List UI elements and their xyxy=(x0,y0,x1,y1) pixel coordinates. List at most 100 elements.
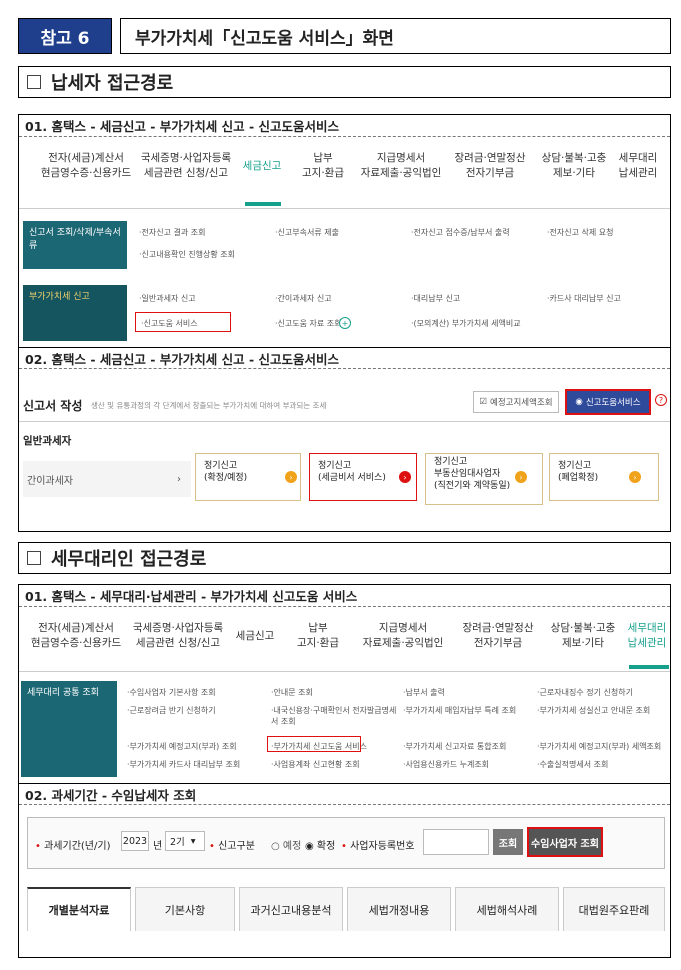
section-title-text: 납세자 접근경로 xyxy=(51,73,174,94)
hometax-nav: 전자(세금)계산서 현금영수증·신용카드 국세증명·사업자등록 세금관련 신청/신고… xyxy=(23,621,673,651)
menu-link[interactable]: ·대리납부 신고 xyxy=(411,293,460,304)
hometax-nav: 전자(세금)계산서 현금영수증·신용카드 국세증명·사업자등록 세금관련 신청/신고… xyxy=(33,151,673,181)
arrow-icon: › xyxy=(629,471,641,483)
menu-label-vat: 부가가치세 신고 xyxy=(23,285,127,341)
label-period: • 과세기간(년/기) xyxy=(35,841,111,852)
menu-link[interactable]: ·간이과세자 신고 xyxy=(275,293,332,304)
menu-link[interactable]: ·부가가치세 카드사 대리납부 조회 xyxy=(127,759,240,770)
highlight-box xyxy=(267,736,361,752)
reference-tag: 참고 6 xyxy=(18,18,112,54)
nav-item[interactable]: 세금신고 xyxy=(227,621,283,651)
menu-link[interactable]: ·수임사업자 기본사항 조회 xyxy=(127,687,216,698)
menu-link[interactable]: ·전자신고 삭제 요청 xyxy=(547,227,614,238)
tab-basic-info[interactable]: 기본사항 xyxy=(135,887,235,931)
divider xyxy=(19,208,670,209)
section-title-text: 세무대리인 접근경로 xyxy=(51,549,207,570)
menu-link[interactable]: ·신고내용확인 진행상황 조회 xyxy=(139,249,235,260)
nav-item[interactable]: 지급명세서 자료제출·공익법인 xyxy=(355,151,447,181)
menu-link[interactable]: ·전자신고 결과 조회 xyxy=(139,227,206,238)
tab-individual-analysis[interactable]: 개별분석자료 xyxy=(27,887,131,931)
highlight-box xyxy=(135,312,231,332)
menu-link[interactable]: ·사업용신용카드 누계조회 xyxy=(403,759,489,770)
term-select[interactable]: 2기 ▾ xyxy=(165,831,205,851)
tab-past-filing[interactable]: 과거신고내용분석 xyxy=(239,887,343,931)
tab-general-taxpayer[interactable]: 일반과세자 xyxy=(23,433,71,448)
step-heading: 02. 과세기간 - 수임납세자 조회 xyxy=(19,783,670,805)
menu-link[interactable]: ·납부서 출력 xyxy=(403,687,445,698)
caret-down-icon: ▾ xyxy=(190,835,196,847)
menu-link[interactable]: ·근로장려금 반기 신청하기 xyxy=(127,705,216,716)
card-closure-filing[interactable]: 정기신고 (폐업확정) xyxy=(549,453,659,501)
help-service-icon: ◉ xyxy=(575,397,583,407)
checkbox-square-icon xyxy=(27,551,41,565)
nav-item[interactable]: 장려금·연말정산 전자기부금 xyxy=(447,151,533,181)
menu-link[interactable]: ·사업용계좌 신고현황 조회 xyxy=(271,759,360,770)
nav-item[interactable]: 장려금·연말정산 전자기부금 xyxy=(453,621,543,651)
menu-link[interactable]: ·부가가치세 예정고지(부과) 조회 xyxy=(127,741,237,752)
arrow-icon: › xyxy=(515,471,527,483)
client-search-button[interactable]: 수임사업자 조회 xyxy=(527,827,603,857)
bizno-input[interactable] xyxy=(423,829,489,855)
estimate-tax-button[interactable]: ☑ 예정고지세액조회 xyxy=(473,391,559,413)
arrow-icon: › xyxy=(399,471,411,483)
tab-simple-taxpayer[interactable]: 간이과세자 › xyxy=(23,461,191,497)
form-title: 신고서 작성 xyxy=(23,399,83,413)
checkbox-square-icon xyxy=(27,75,41,89)
nav-item[interactable]: 상담·불복·고충 제보·기타 xyxy=(533,151,615,181)
nav-item[interactable]: 전자(세금)계산서 현금영수증·신용카드 xyxy=(23,621,129,651)
section-title-agent: 세무대리인 접근경로 xyxy=(18,542,671,574)
radio-preliminary[interactable]: ○ 예정 xyxy=(271,837,301,852)
tab-supreme-court[interactable]: 대법원주요판례 xyxy=(563,887,665,931)
active-tab-underline xyxy=(245,202,281,206)
nav-item[interactable]: 상담·불복·고충 제보·기타 xyxy=(543,621,623,651)
nav-item[interactable]: 국세증명·사업자등록 세금관련 신청/신고 xyxy=(129,621,227,651)
menu-link[interactable]: ·부가가치세 매입자납부 특례 조회 xyxy=(403,705,516,716)
nav-item[interactable]: 납부 고지·환급 xyxy=(291,151,355,181)
nav-item[interactable]: 지급명세서 자료제출·공익법인 xyxy=(353,621,453,651)
agent-panel: 01. 홈택스 - 세무대리·납세관리 - 부가가치세 신고도움 서비스 전자(… xyxy=(18,584,671,958)
menu-link[interactable]: ·근로자내징수 정기 신청하기 xyxy=(537,687,633,698)
tab-tax-law-changes[interactable]: 세법개정내용 xyxy=(347,887,451,931)
nav-item[interactable]: 국세증명·사업자등록 세금관련 신청/신고 xyxy=(139,151,233,181)
nav-item-tax-filing[interactable]: 세금신고 xyxy=(233,151,291,181)
menu-link[interactable]: ·카드사 대리납부 신고 xyxy=(547,293,621,304)
menu-link[interactable]: ·안내문 조회 xyxy=(271,687,313,698)
nav-item-tax-agent[interactable]: 세무대리 납세관리 xyxy=(623,621,671,651)
taxpayer-panel: 01. 홈택스 - 세금신고 - 부가가치세 신고 - 신고도움서비스 전자(세… xyxy=(18,114,671,532)
menu-link[interactable]: ·전자신고 접수증/납부서 출력 xyxy=(411,227,510,238)
document-icon: ☑ xyxy=(479,397,488,407)
menu-link[interactable]: ·(모의계산) 부가가치세 세액비교 xyxy=(411,318,521,329)
menu-link[interactable]: ·신고도움 자료 조회 xyxy=(275,318,342,329)
plus-icon[interactable]: + xyxy=(339,317,351,329)
chevron-right-icon: › xyxy=(177,473,181,485)
menu-link[interactable]: ·부가가치세 예정고지(부과) 세액조회 xyxy=(537,741,661,752)
divider xyxy=(19,671,670,672)
label-year-unit: 년 xyxy=(153,841,163,852)
menu-link[interactable]: ·일반과세자 신고 xyxy=(139,293,196,304)
search-button[interactable]: 조회 xyxy=(493,829,523,855)
label-bizno: • 사업자등록번호 xyxy=(341,841,415,852)
question-icon[interactable]: ? xyxy=(655,394,667,406)
menu-label-report: 신고서 조회/삭제/부속서류 xyxy=(23,221,127,269)
nav-item[interactable]: 세무대리 납세관리 xyxy=(615,151,661,181)
divider xyxy=(19,421,670,422)
form-description: 생산 및 유통과정의 각 단계에서 창출되는 부가가치에 대하여 부과되는 조세 xyxy=(91,401,327,410)
radio-empty-icon: ○ xyxy=(271,841,280,852)
step-heading: 01. 홈택스 - 세금신고 - 부가가치세 신고 - 신고도움서비스 xyxy=(19,115,670,137)
menu-link[interactable]: ·수출실적명세서 조회 xyxy=(537,759,608,770)
nav-item[interactable]: 납부 고지·환급 xyxy=(283,621,353,651)
page-title: 부가가치세「신고도움 서비스」화면 xyxy=(120,18,671,54)
menu-link[interactable]: ·부가가치세 성실신고 안내문 조회 xyxy=(537,705,650,716)
menu-link[interactable]: ·신고부속서류 제출 xyxy=(275,227,339,238)
step-heading: 01. 홈택스 - 세무대리·납세관리 - 부가가치세 신고도움 서비스 xyxy=(19,585,670,607)
year-input[interactable]: 2023 xyxy=(121,831,149,851)
menu-link[interactable]: ·내국신용장·구매확인서 전자발급명세서 조회 xyxy=(271,705,397,727)
radio-final[interactable]: ◉ 확정 xyxy=(305,837,335,852)
arrow-icon: › xyxy=(285,471,297,483)
menu-link[interactable]: ·부가가치세 신고자료 통합조회 xyxy=(403,741,506,752)
help-service-button[interactable]: ◉ 신고도움서비스 xyxy=(565,389,651,415)
radio-checked-icon: ◉ xyxy=(305,841,314,852)
tab-tax-interpretation[interactable]: 세법해석사례 xyxy=(455,887,559,931)
analysis-tabs: 개별분석자료 기본사항 과거신고내용분석 세법개정내용 세법해석사례 대법원주요… xyxy=(27,887,665,933)
nav-item[interactable]: 전자(세금)계산서 현금영수증·신용카드 xyxy=(33,151,139,181)
